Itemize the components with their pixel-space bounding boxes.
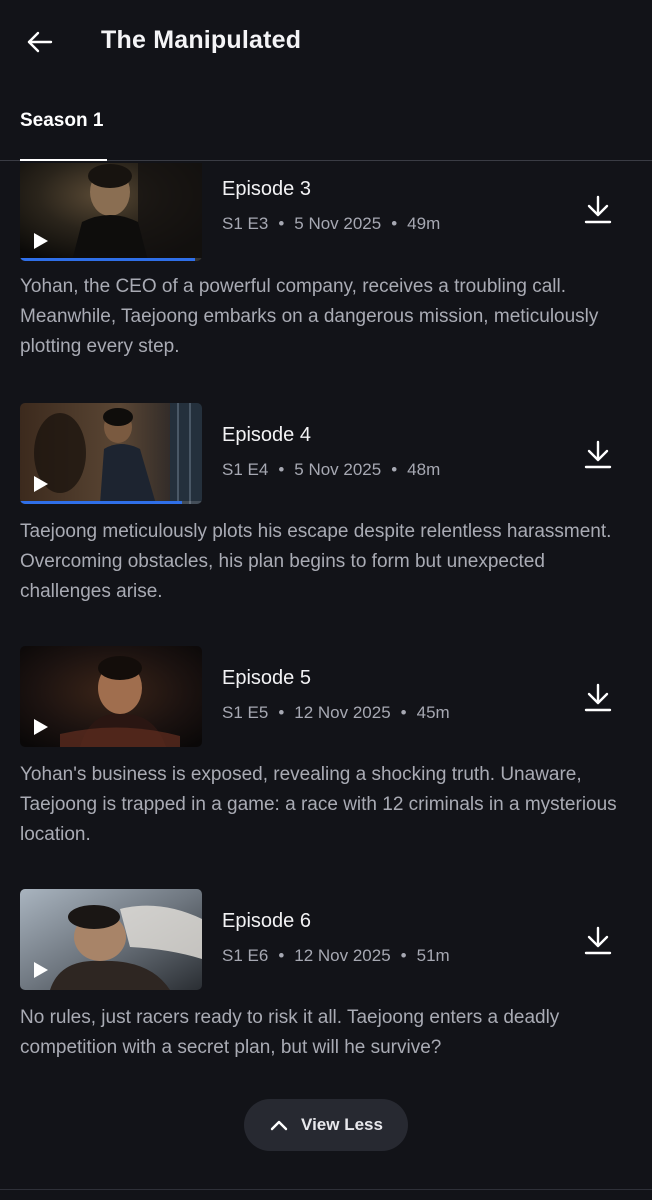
download-button[interactable] <box>578 921 618 961</box>
download-button[interactable] <box>578 678 618 718</box>
play-icon <box>34 476 48 492</box>
download-button[interactable] <box>578 190 618 230</box>
episode-date: 12 Nov 2025 <box>294 946 391 965</box>
back-button[interactable] <box>18 24 62 60</box>
episode-card: Episode 4 S1 E4 • 5 Nov 2025 • 48m Taejoong … <box>0 403 652 633</box>
episode-description: No rules, just racers ready to risk it a… <box>20 1007 560 1058</box>
episode-duration: 48m <box>407 460 441 479</box>
separator-dot: • <box>400 946 407 965</box>
arrow-left-icon <box>27 31 53 53</box>
episode-meta: S1 E6 • 12 Nov 2025 • 51m <box>222 946 450 966</box>
watch-progress-bar <box>20 258 202 261</box>
episode-code: S1 E6 <box>222 946 269 965</box>
episode-title[interactable]: Episode 6 <box>222 910 311 933</box>
play-icon <box>34 719 48 735</box>
episode-code: S1 E4 <box>222 460 269 479</box>
episode-title[interactable]: Episode 4 <box>222 424 311 447</box>
app-header: The Manipulated <box>0 0 652 86</box>
active-tab-indicator <box>20 159 107 161</box>
episode-card: Episode 6 S1 E6 • 12 Nov 2025 • 51m No rules… <box>0 889 652 1119</box>
download-icon <box>584 683 612 712</box>
episode-date: 5 Nov 2025 <box>294 460 382 479</box>
episode-meta: S1 E3 • 5 Nov 2025 • 49m <box>222 214 440 234</box>
episode-thumbnail[interactable] <box>20 163 202 261</box>
episode-meta: S1 E5 • 12 Nov 2025 • 45m <box>222 703 450 723</box>
episode-description: Yohan's business is exposed, revealing a… <box>20 764 617 845</box>
episode-date: 5 Nov 2025 <box>294 214 382 233</box>
watch-progress-fill <box>20 258 195 261</box>
chevron-up-icon <box>270 1120 288 1131</box>
separator-dot: • <box>391 460 398 479</box>
episode-meta: S1 E4 • 5 Nov 2025 • 48m <box>222 460 440 480</box>
episode-description: Yohan, the CEO of a powerful company, re… <box>20 276 599 357</box>
season-tabs: Season 1 <box>0 98 652 162</box>
episode-code: S1 E3 <box>222 214 269 233</box>
episode-list: Episode 3 S1 E3 • 5 Nov 2025 • 49m Yohan, th… <box>0 163 652 1163</box>
episode-code: S1 E5 <box>222 703 269 722</box>
separator-dot: • <box>400 703 407 722</box>
play-icon <box>34 962 48 978</box>
separator-dot: • <box>278 946 285 965</box>
watch-progress-fill <box>20 501 182 504</box>
episode-date: 12 Nov 2025 <box>294 703 391 722</box>
download-icon <box>584 440 612 469</box>
separator-dot: • <box>391 214 398 233</box>
episode-thumbnail[interactable] <box>20 889 202 990</box>
episode-card: Episode 3 S1 E3 • 5 Nov 2025 • 49m Yohan, th… <box>0 163 652 390</box>
download-icon <box>584 926 612 955</box>
separator-dot: • <box>278 460 285 479</box>
play-icon <box>34 233 48 249</box>
download-button[interactable] <box>578 435 618 475</box>
download-icon <box>584 195 612 224</box>
episode-duration: 49m <box>407 214 441 233</box>
episode-duration: 45m <box>416 703 450 722</box>
separator-dot: • <box>278 703 285 722</box>
episode-title[interactable]: Episode 3 <box>222 178 311 201</box>
view-less-button[interactable]: View Less <box>244 1099 408 1151</box>
tab-season-1[interactable]: Season 1 <box>20 110 103 132</box>
page-title: The Manipulated <box>101 26 302 54</box>
episode-thumbnail[interactable] <box>20 646 202 747</box>
view-less-label: View Less <box>301 1115 383 1134</box>
bottom-divider <box>0 1189 652 1190</box>
separator-dot: • <box>278 214 285 233</box>
episode-thumbnail[interactable] <box>20 403 202 504</box>
episode-title[interactable]: Episode 5 <box>222 667 311 690</box>
episode-description: Taejoong meticulously plots his escape d… <box>20 521 612 602</box>
episode-duration: 51m <box>416 946 450 965</box>
episode-card: Episode 5 S1 E5 • 12 Nov 2025 • 45m Yohan's … <box>0 646 652 876</box>
watch-progress-bar <box>20 501 202 504</box>
